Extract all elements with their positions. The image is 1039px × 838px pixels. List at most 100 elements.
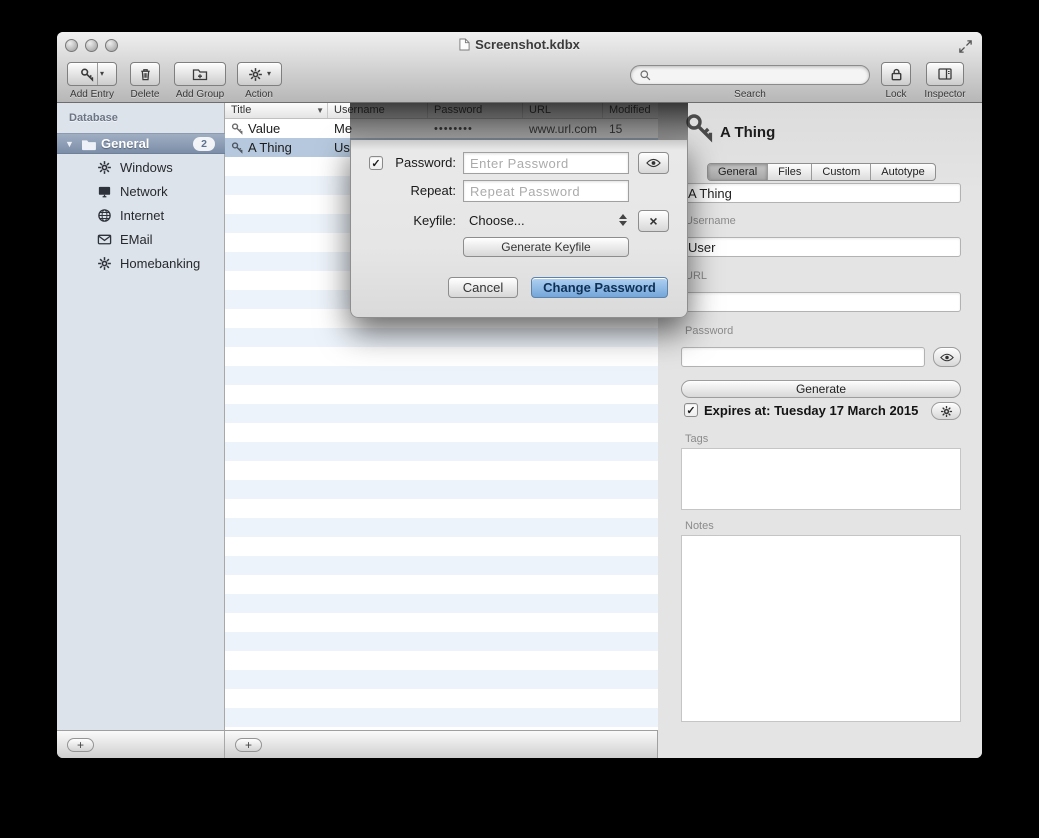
expires-label: Expires at: Tuesday 17 March 2015 xyxy=(704,403,918,418)
lock-icon xyxy=(889,67,904,82)
gear-icon xyxy=(97,160,112,175)
chevron-down-icon: ▾ xyxy=(100,70,104,78)
search-field[interactable] xyxy=(630,65,870,85)
tags-input[interactable] xyxy=(681,448,961,510)
eye-icon xyxy=(940,353,954,362)
button-divider xyxy=(97,63,98,85)
document-icon xyxy=(459,38,470,51)
username-field[interactable] xyxy=(681,237,961,257)
dialog-show-password-button[interactable] xyxy=(638,152,669,174)
action-button[interactable]: ▾ xyxy=(237,62,282,86)
key-icon xyxy=(80,67,95,82)
app-window: Screenshot.kdbx ▾ Add Entry Delete Add G… xyxy=(57,32,982,758)
stepper-arrows-icon[interactable] xyxy=(619,214,627,226)
sidebar-item-label: EMail xyxy=(120,232,153,247)
delete-label: Delete xyxy=(115,89,175,100)
column-header-title[interactable]: Title▼ xyxy=(225,103,328,118)
sidebar-item-homebanking[interactable]: Homebanking xyxy=(57,251,225,275)
sidebar-bottom-bar: + xyxy=(57,730,225,758)
username-label: Username xyxy=(685,215,736,227)
sidebar-item-internet[interactable]: Internet xyxy=(57,203,225,227)
titlebar-toolbar: Screenshot.kdbx ▾ Add Entry Delete Add G… xyxy=(57,32,982,103)
password-label: Password xyxy=(685,325,733,337)
search-icon xyxy=(639,69,652,82)
lock-button[interactable] xyxy=(881,62,911,86)
inspector-label: Inspector xyxy=(905,89,982,100)
fullscreen-icon[interactable] xyxy=(958,39,973,54)
dialog-password-input[interactable] xyxy=(463,152,629,174)
tab-general[interactable]: General xyxy=(708,164,768,180)
action-label: Action xyxy=(229,89,289,100)
sidebar: Database ▼ General 2 Windows Network Int… xyxy=(57,103,225,730)
key-icon xyxy=(231,141,244,154)
sidebar-item-label: Homebanking xyxy=(120,256,200,271)
list-bottom-bar: + xyxy=(225,730,658,758)
tags-label: Tags xyxy=(685,433,708,445)
sidebar-item-email[interactable]: EMail xyxy=(57,227,225,251)
cell-title: A Thing xyxy=(248,140,292,155)
sidebar-item-label: Network xyxy=(120,184,168,199)
sidebar-section-header: Database xyxy=(69,112,118,124)
inspector-panel: A Thing General Files Custom Autotype Us… xyxy=(658,103,982,758)
url-label: URL xyxy=(685,270,707,282)
monitor-icon xyxy=(97,184,112,199)
notes-input[interactable] xyxy=(681,535,961,722)
globe-icon xyxy=(97,208,112,223)
key-icon xyxy=(684,111,716,143)
inspector-panel-icon xyxy=(937,66,953,82)
tab-autotype[interactable]: Autotype xyxy=(871,164,934,180)
change-password-dialog: ✓ Password: Repeat: Keyfile: Choose... ×… xyxy=(350,140,688,318)
search-input[interactable] xyxy=(657,68,861,82)
change-password-button[interactable]: Change Password xyxy=(531,277,668,298)
key-icon xyxy=(231,122,244,135)
disclosure-triangle-icon[interactable]: ▼ xyxy=(65,139,74,149)
group-count-badge: 2 xyxy=(193,137,215,151)
inspector-button[interactable] xyxy=(926,62,964,86)
sidebar-group-general[interactable]: ▼ General 2 xyxy=(57,133,225,154)
sidebar-item-label: Windows xyxy=(120,160,173,175)
search-label: Search xyxy=(670,89,830,100)
trash-icon xyxy=(138,67,153,82)
add-entry-button[interactable]: ▾ xyxy=(67,62,117,86)
title-field[interactable] xyxy=(681,183,961,203)
sidebar-group-label: General xyxy=(101,136,149,151)
sidebar-item-windows[interactable]: Windows xyxy=(57,155,225,179)
dialog-keyfile-label: Keyfile: xyxy=(381,210,456,232)
cancel-button[interactable]: Cancel xyxy=(448,277,518,298)
gear-icon xyxy=(248,67,263,82)
sidebar-item-label: Internet xyxy=(120,208,164,223)
add-entry-bottom-button[interactable]: + xyxy=(235,738,262,752)
cell-title: Value xyxy=(248,121,280,136)
cell-username: Us xyxy=(334,140,350,155)
tab-files[interactable]: Files xyxy=(768,164,812,180)
dialog-repeat-input[interactable] xyxy=(463,180,629,202)
add-group-bottom-button[interactable]: + xyxy=(67,738,94,752)
expires-options-button[interactable] xyxy=(931,402,961,420)
delete-button[interactable] xyxy=(130,62,160,86)
add-group-button[interactable] xyxy=(174,62,226,86)
window-title: Screenshot.kdbx xyxy=(57,37,982,52)
sheet-shadow-overlay xyxy=(350,103,688,140)
gear-icon xyxy=(97,256,112,271)
generate-password-button[interactable]: Generate xyxy=(681,380,961,398)
folder-plus-icon xyxy=(192,66,208,82)
envelope-icon xyxy=(97,232,112,247)
show-password-button[interactable] xyxy=(933,347,961,367)
folder-icon xyxy=(81,138,96,151)
url-field[interactable] xyxy=(681,292,961,312)
generate-keyfile-button[interactable]: Generate Keyfile xyxy=(463,237,629,257)
inspector-entry-title: A Thing xyxy=(720,124,775,141)
gear-icon xyxy=(940,405,953,418)
sidebar-item-network[interactable]: Network xyxy=(57,179,225,203)
sort-descending-icon: ▼ xyxy=(316,106,324,115)
keyfile-popup-button[interactable]: Choose... xyxy=(469,210,525,232)
tab-custom[interactable]: Custom xyxy=(812,164,871,180)
eye-icon xyxy=(646,158,661,168)
expires-checkbox[interactable]: ✓ xyxy=(684,403,698,417)
chevron-down-icon: ▾ xyxy=(267,70,271,78)
add-group-label: Add Group xyxy=(170,89,230,100)
password-field[interactable] xyxy=(681,347,925,367)
inspector-tabs: General Files Custom Autotype xyxy=(707,163,936,181)
clear-keyfile-button[interactable]: × xyxy=(638,210,669,232)
notes-label: Notes xyxy=(685,520,714,532)
